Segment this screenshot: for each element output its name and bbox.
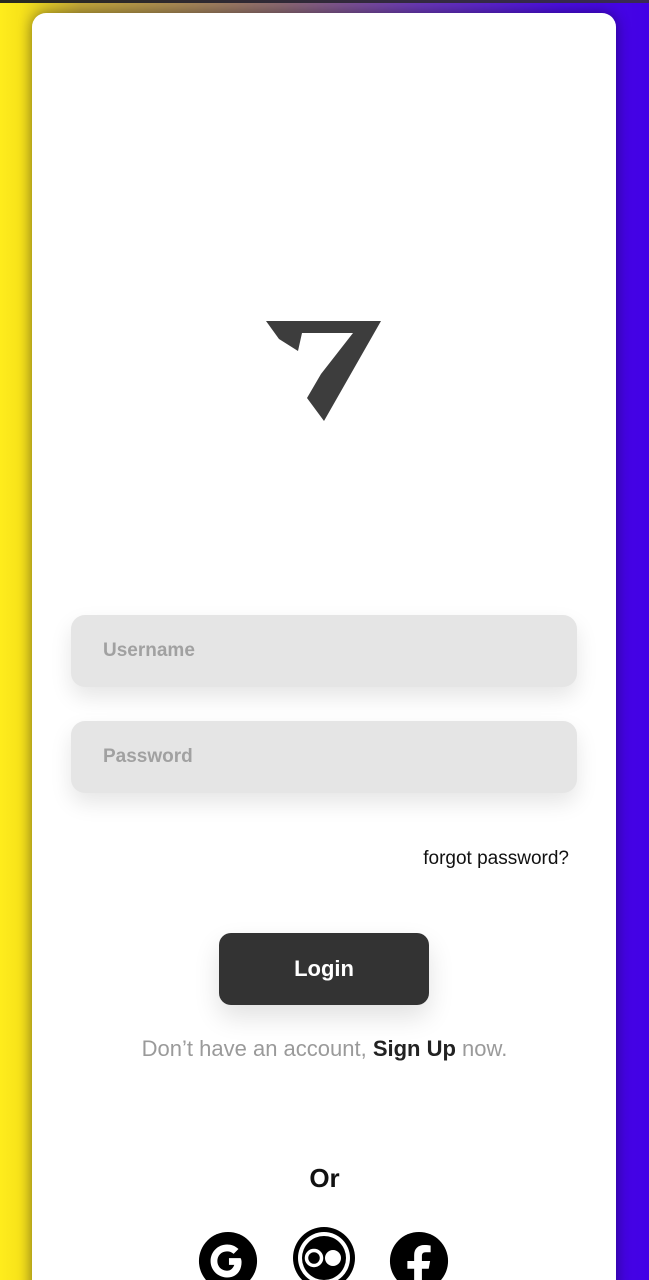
flickr-icon[interactable]: [291, 1225, 357, 1280]
signup-prefix: Don’t have an account,: [141, 1036, 373, 1061]
signup-suffix: now.: [455, 1036, 508, 1061]
password-input[interactable]: [101, 720, 577, 794]
username-input[interactable]: [101, 614, 577, 688]
facebook-icon[interactable]: [388, 1230, 450, 1280]
signup-link[interactable]: Sign Up: [373, 1036, 456, 1061]
password-field[interactable]: [71, 720, 577, 794]
forgot-password-link[interactable]: forgot password?: [423, 848, 569, 870]
signup-prompt: Don’t have an account, Sign Up now.: [0, 1036, 649, 1062]
login-button[interactable]: Login: [219, 933, 429, 1005]
or-divider-label: Or: [309, 1163, 340, 1193]
username-field[interactable]: [71, 614, 577, 688]
google-icon[interactable]: [197, 1230, 259, 1280]
top-bar: [0, 0, 649, 3]
app-logo-icon: [266, 321, 381, 421]
